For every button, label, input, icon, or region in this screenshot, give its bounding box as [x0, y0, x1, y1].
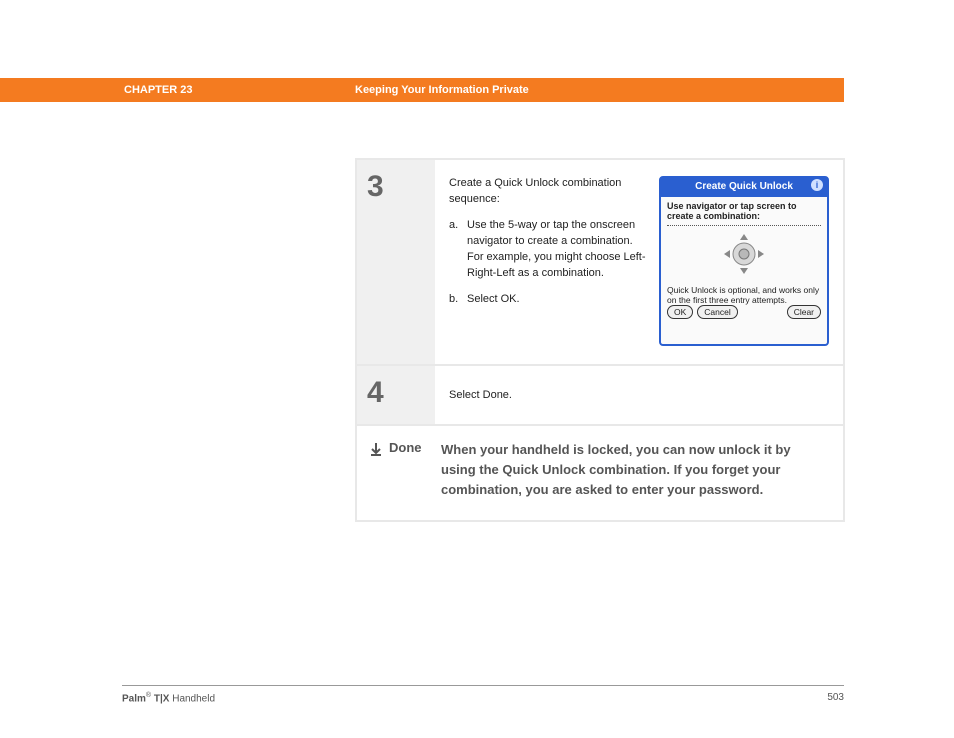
device-cancel-button: Cancel: [697, 305, 737, 319]
steps-panel: 3 Create a Quick Unlock combination sequ…: [355, 158, 845, 522]
device-note: Quick Unlock is optional, and works only…: [667, 286, 821, 305]
done-row: Done When your handheld is locked, you c…: [357, 426, 843, 520]
done-arrow-icon: [369, 442, 383, 456]
step-3-body: Create a Quick Unlock combination sequen…: [435, 160, 843, 364]
navigator-icon: [722, 232, 766, 280]
info-icon: i: [811, 179, 823, 191]
device-content: Use navigator or tap screen to create a …: [661, 197, 827, 345]
page-footer: Palm® T|X Handheld 503: [122, 692, 844, 704]
chapter-label: CHAPTER 23: [124, 84, 192, 96]
chapter-header: CHAPTER 23 Keeping Your Information Priv…: [0, 78, 844, 102]
step-3-number: 3: [357, 160, 435, 364]
chapter-title: Keeping Your Information Private: [355, 84, 529, 96]
step-3b: b. Select OK.: [449, 292, 647, 308]
page-number: 503: [827, 692, 844, 704]
footer-rule: [122, 685, 844, 686]
done-label-cell: Done: [369, 440, 441, 500]
footer-product: Palm® T|X Handheld: [122, 692, 215, 704]
device-button-row: OK Cancel Clear: [667, 305, 821, 321]
done-label: Done: [389, 440, 422, 455]
step-3b-marker: b.: [449, 292, 467, 308]
device-ok-button: OK: [667, 305, 693, 319]
device-instruction: Use navigator or tap screen to create a …: [667, 201, 821, 222]
step-3a: a. Use the 5-way or tap the onscreen nav…: [449, 218, 647, 282]
done-text: When your handheld is locked, you can no…: [441, 440, 827, 500]
footer-brand: Palm: [122, 693, 146, 704]
step-3a-text: Use the 5-way or tap the onscreen naviga…: [467, 218, 647, 282]
device-screenshot: Create Quick Unlock i Use navigator or t…: [659, 176, 829, 346]
step-3a-marker: a.: [449, 218, 467, 282]
step-3-text: Create a Quick Unlock combination sequen…: [449, 176, 647, 346]
device-titlebar: Create Quick Unlock i: [661, 178, 827, 197]
step-3-intro: Create a Quick Unlock combination sequen…: [449, 176, 647, 208]
step-4-number: 4: [357, 366, 435, 424]
footer-suffix: Handheld: [169, 693, 215, 704]
device-dotted-line: [667, 225, 821, 226]
step-4-body: Select Done.: [435, 366, 843, 424]
device-clear-button: Clear: [787, 305, 821, 319]
device-title-text: Create Quick Unlock: [695, 181, 793, 192]
step-4-text: Select Done.: [449, 382, 829, 406]
step-4-row: 4 Select Done.: [357, 366, 843, 424]
step-3b-text: Select OK.: [467, 292, 647, 308]
step-3-row: 3 Create a Quick Unlock combination sequ…: [357, 160, 843, 364]
footer-model: T|X: [151, 693, 169, 704]
